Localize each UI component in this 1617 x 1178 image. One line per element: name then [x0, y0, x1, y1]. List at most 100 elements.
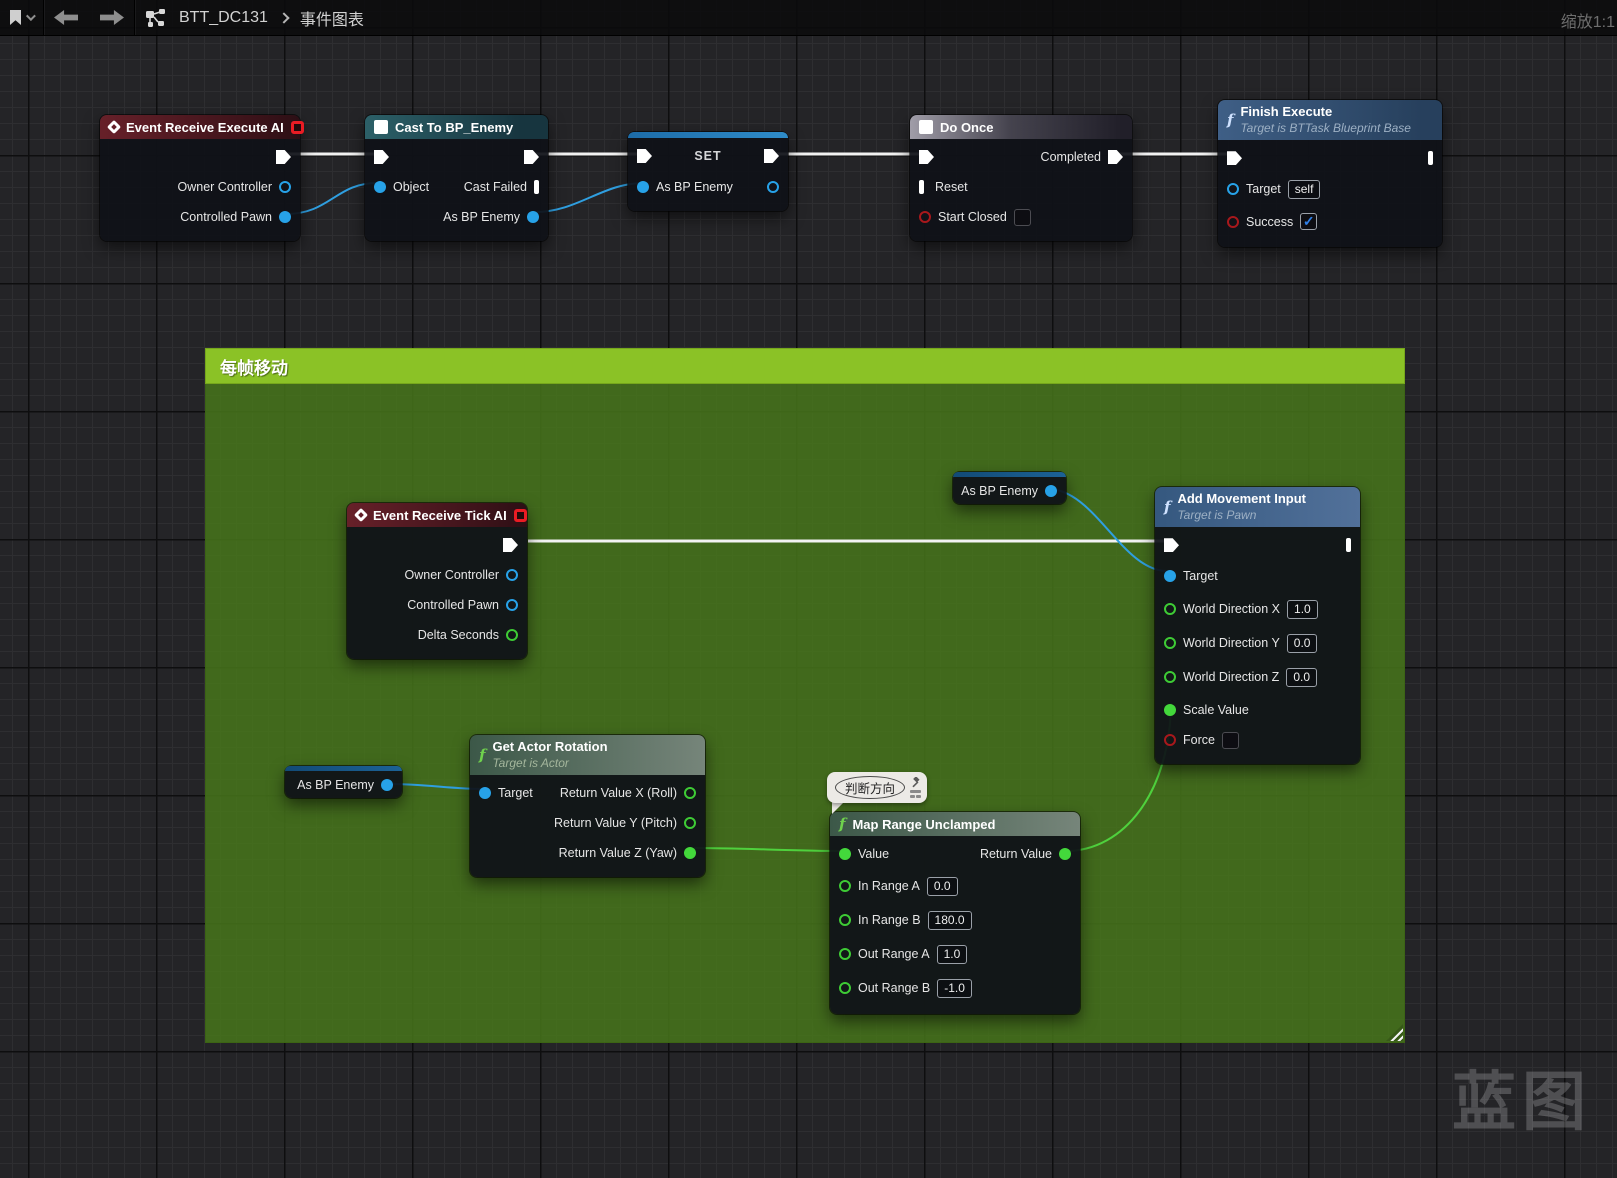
- out-range-b-pin[interactable]: [839, 982, 851, 994]
- pin-label: Reset: [935, 180, 968, 194]
- owner-controller-pin[interactable]: [506, 569, 518, 581]
- force-pin[interactable]: [1164, 734, 1176, 747]
- as-bp-enemy-out-pin[interactable]: [527, 211, 539, 223]
- node-var-as-bp-enemy-bottom[interactable]: As BP Enemy: [285, 766, 402, 798]
- chevron-down-icon: [25, 11, 36, 22]
- pin-label: Cast Failed: [463, 180, 527, 194]
- target-value-box[interactable]: self: [1287, 179, 1321, 199]
- bubble-options-icon[interactable]: [910, 790, 922, 798]
- exec-in-pin[interactable]: [1164, 538, 1179, 553]
- forward-button[interactable]: [100, 10, 124, 25]
- node-cast-to-bp-enemy[interactable]: Cast To BP_Enemy Object Cast Failed As B…: [365, 115, 548, 241]
- scale-value-pin[interactable]: [1164, 703, 1176, 716]
- node-set-as-bp-enemy[interactable]: SET As BP Enemy: [628, 132, 788, 211]
- node-var-as-bp-enemy-top[interactable]: As BP Enemy: [953, 472, 1066, 504]
- node-finish-execute[interactable]: f Finish Execute Target is BTTask Bluepr…: [1218, 100, 1442, 248]
- breadcrumb-root[interactable]: BTT_DC131: [179, 9, 268, 27]
- as-bp-enemy-in-pin[interactable]: [637, 181, 649, 193]
- node-header[interactable]: Do Once: [910, 115, 1132, 139]
- out-range-a-pin[interactable]: [839, 948, 851, 960]
- node-title: Do Once: [940, 119, 994, 135]
- bubble-text: 判断方向: [835, 776, 906, 799]
- world-direction-y-value[interactable]: 0.0: [1286, 633, 1318, 653]
- node-event-receive-execute-ai[interactable]: Event Receive Execute AI Owner Controlle…: [100, 115, 304, 241]
- return-y-pin[interactable]: [684, 817, 696, 830]
- node-header[interactable]: f Map Range Unclamped: [830, 812, 1080, 836]
- variable-out-pin[interactable]: [381, 778, 393, 791]
- node-map-range-unclamped[interactable]: f Map Range Unclamped Value Return Value…: [830, 812, 1080, 1014]
- exec-out-pin[interactable]: [524, 150, 539, 164]
- node-do-once[interactable]: Do Once Completed Reset Start Closed: [910, 115, 1132, 241]
- exec-out-pin[interactable]: [503, 538, 518, 552]
- node-header[interactable]: Cast To BP_Enemy: [365, 115, 548, 139]
- force-checkbox[interactable]: [1221, 731, 1239, 749]
- exec-in-pin[interactable]: [1227, 151, 1242, 166]
- object-pin[interactable]: [374, 181, 386, 193]
- bookmark-button[interactable]: [10, 10, 36, 25]
- out-range-b-value[interactable]: -1.0: [937, 978, 972, 998]
- exec-in-pin[interactable]: [374, 150, 389, 164]
- breadcrumb-page[interactable]: 事件图表: [300, 6, 364, 30]
- world-direction-z-value[interactable]: 0.0: [1286, 667, 1318, 687]
- variable-out-pin[interactable]: [1045, 484, 1057, 497]
- pin-label: Owner Controller: [404, 568, 499, 582]
- in-range-a-pin[interactable]: [839, 880, 851, 892]
- target-pin[interactable]: [1164, 570, 1176, 583]
- success-pin[interactable]: [1227, 215, 1239, 228]
- node-get-actor-rotation[interactable]: f Get Actor Rotation Target is Actor Tar…: [470, 735, 705, 878]
- node-event-receive-tick-ai[interactable]: Event Receive Tick AI Owner Controller C…: [347, 503, 527, 659]
- world-direction-z-pin[interactable]: [1164, 671, 1176, 684]
- node-title: Cast To BP_Enemy: [395, 119, 514, 135]
- delta-seconds-pin[interactable]: [506, 629, 518, 641]
- start-closed-checkbox[interactable]: [1013, 208, 1031, 226]
- node-header[interactable]: Event Receive Execute AI: [100, 115, 304, 139]
- out-range-a-value[interactable]: 1.0: [936, 944, 968, 964]
- controlled-pawn-pin[interactable]: [506, 599, 518, 611]
- world-direction-y-pin[interactable]: [1164, 637, 1176, 650]
- value-pin[interactable]: [839, 848, 851, 860]
- back-button[interactable]: [54, 10, 78, 25]
- success-checkbox[interactable]: ✓: [1300, 213, 1318, 231]
- comment-header[interactable]: 每帧移动: [205, 348, 1405, 384]
- pin-label: Object: [393, 180, 430, 194]
- exec-out-pin[interactable]: [276, 150, 291, 164]
- return-x-pin[interactable]: [684, 787, 696, 800]
- node-comment-bubble[interactable]: 判断方向: [827, 772, 928, 803]
- node-header[interactable]: f Finish Execute Target is BTTask Bluepr…: [1218, 100, 1442, 141]
- return-value-pin[interactable]: [1059, 848, 1071, 860]
- in-range-a-value[interactable]: 0.0: [926, 876, 958, 896]
- cast-failed-exec-pin[interactable]: [534, 180, 539, 194]
- target-pin[interactable]: [1227, 183, 1239, 196]
- in-range-b-pin[interactable]: [839, 914, 851, 926]
- in-range-b-value[interactable]: 180.0: [927, 910, 972, 930]
- start-closed-pin[interactable]: [919, 211, 931, 223]
- node-header[interactable]: f Add Movement Input Target is Pawn: [1155, 487, 1360, 528]
- controlled-pawn-pin[interactable]: [279, 211, 291, 223]
- pin-label: Delta Seconds: [417, 628, 499, 642]
- exec-out-pin[interactable]: [1428, 151, 1433, 166]
- world-direction-x-value[interactable]: 1.0: [1287, 599, 1318, 619]
- node-add-movement-input[interactable]: f Add Movement Input Target is Pawn Targ…: [1155, 487, 1360, 765]
- as-bp-enemy-out-pin[interactable]: [767, 181, 779, 193]
- exec-out-pin[interactable]: [1346, 538, 1351, 553]
- pin-label: Target: [1183, 569, 1218, 584]
- target-pin[interactable]: [479, 787, 491, 800]
- world-direction-x-pin[interactable]: [1164, 603, 1176, 616]
- node-header[interactable]: Event Receive Tick AI: [347, 503, 527, 527]
- pin-label: Start Closed: [938, 210, 1007, 224]
- pin-label: In Range A: [858, 879, 920, 893]
- breadcrumb-separator-icon: [278, 11, 290, 24]
- node-header[interactable]: f Get Actor Rotation Target is Actor: [470, 735, 705, 776]
- reset-exec-pin[interactable]: [919, 180, 924, 194]
- pin-label: Success: [1246, 214, 1294, 229]
- return-z-pin[interactable]: [684, 847, 696, 860]
- node-title: Get Actor Rotation: [492, 739, 608, 754]
- exec-in-pin[interactable]: [919, 150, 934, 164]
- pin-label: World Direction Z: [1183, 670, 1280, 685]
- completed-exec-pin[interactable]: [1108, 150, 1123, 164]
- breadcrumb: BTT_DC131 事件图表: [179, 6, 364, 30]
- pushpin-icon[interactable]: [910, 777, 921, 788]
- owner-controller-pin[interactable]: [279, 181, 291, 193]
- pin-label: Return Value X (Roll): [559, 786, 677, 801]
- pin-label: Out Range B: [858, 981, 931, 995]
